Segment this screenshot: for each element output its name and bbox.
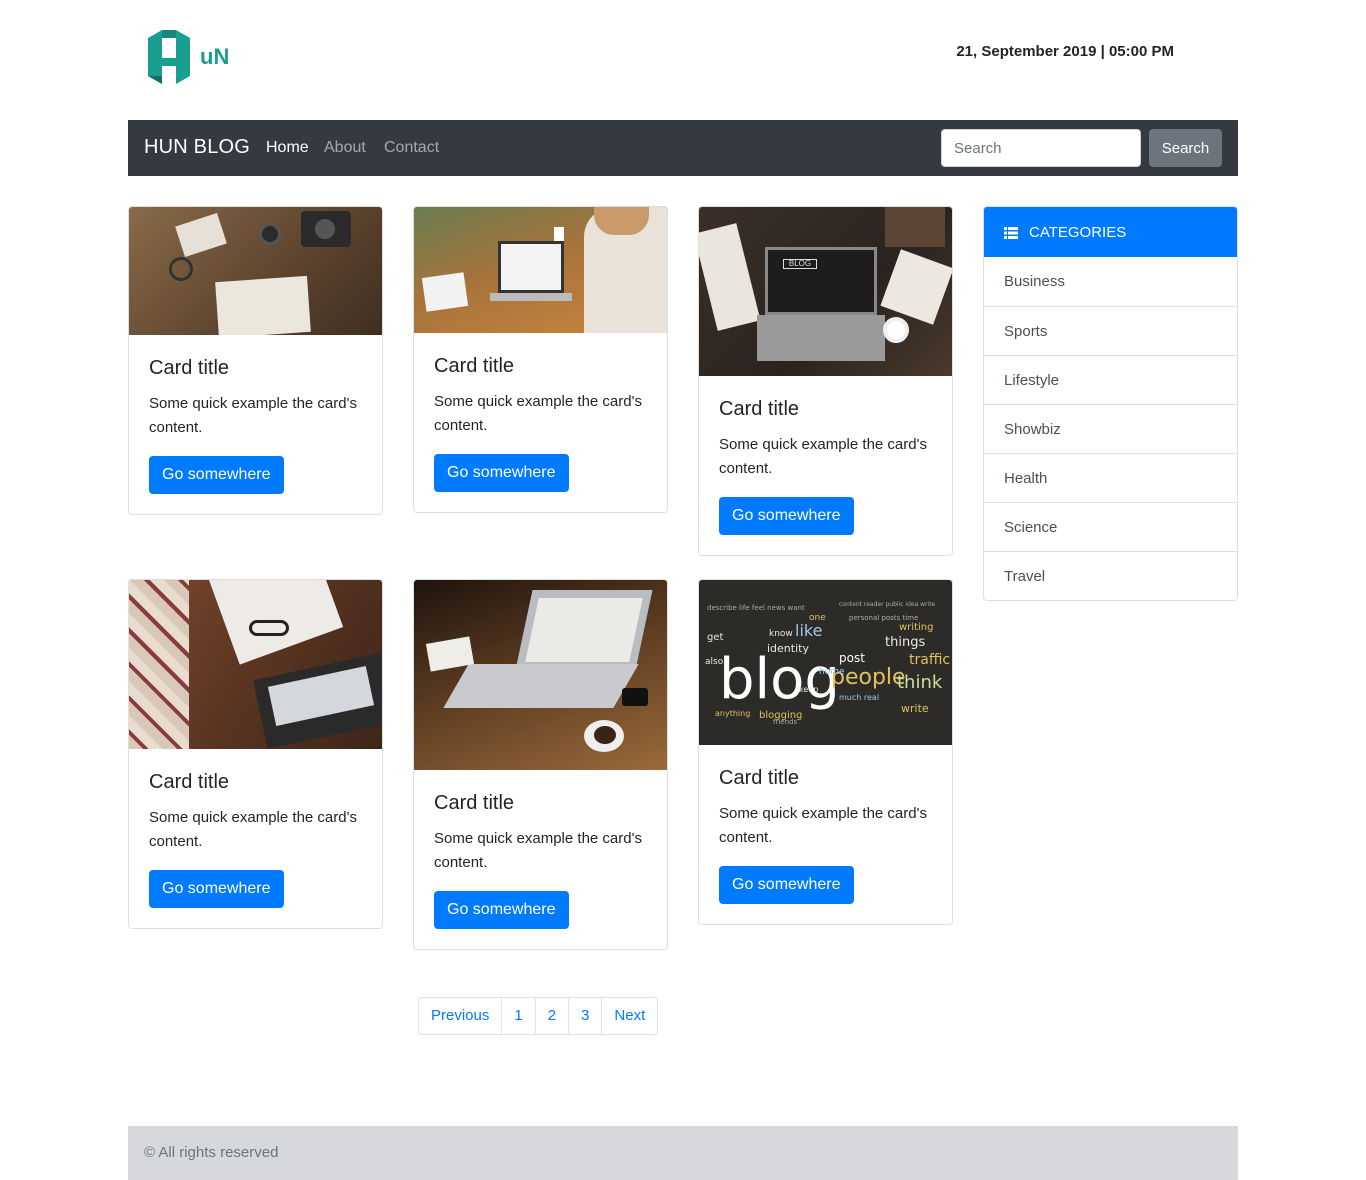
nav-contact[interactable]: Contact [384, 139, 439, 157]
go-somewhere-button[interactable]: Go somewhere [149, 456, 284, 494]
category-science[interactable]: Science [984, 502, 1237, 551]
footer: © All rights reserved [128, 1126, 1238, 1180]
svg-text:one: one [809, 613, 826, 623]
word-cloud-graphic: blog people think like things traffic po… [705, 601, 950, 726]
category-showbiz[interactable]: Showbiz [984, 404, 1237, 453]
svg-text:also: also [705, 657, 724, 667]
copyright-text: © All rights reserved [144, 1144, 279, 1161]
nav-home[interactable]: Home [266, 139, 309, 157]
laptop-coffee-photo [414, 580, 667, 770]
svg-text:much real: much real [839, 693, 879, 702]
nav-about[interactable]: About [324, 139, 366, 157]
svg-text:write: write [901, 702, 929, 715]
blog-word-cloud: blog people think like things traffic po… [699, 580, 952, 745]
blog-card: Card title Some quick example the card's… [128, 206, 383, 515]
card-text: Some quick example the card's content. [719, 805, 927, 846]
blog-card: blog people think like things traffic po… [698, 579, 953, 925]
navbar: HUN BLOG Home About Contact Search [128, 120, 1238, 176]
svg-text:post: post [839, 651, 865, 665]
svg-text:things: things [885, 635, 925, 650]
blog-card: Card title Some quick example the card's… [413, 579, 668, 950]
svg-text:home: home [819, 667, 845, 677]
blog-laptop-photo: BLOG [699, 207, 952, 376]
pagination: Previous 1 2 3 Next [418, 997, 659, 1035]
search-input[interactable] [941, 129, 1141, 167]
card-title: Card title [434, 792, 515, 814]
laptop-glasses-photo [129, 580, 382, 749]
logo[interactable]: uN [144, 24, 234, 90]
card-title: Card title [434, 355, 515, 377]
svg-text:personal posts time: personal posts time [849, 614, 918, 622]
card-text: Some quick example the card's content. [719, 436, 927, 477]
svg-text:traffic: traffic [909, 652, 950, 668]
datetime-display: 21, September 2019 | 05:00 PM [956, 43, 1174, 60]
svg-text:blog: blog [719, 647, 840, 712]
page-link-2[interactable]: 2 [534, 998, 568, 1034]
categories-title: CATEGORIES [1029, 223, 1127, 241]
brand-link[interactable]: HUN BLOG [144, 136, 250, 159]
svg-text:like: like [795, 621, 822, 640]
svg-text:writing: writing [899, 622, 933, 633]
blog-card: Card title Some quick example the card's… [128, 579, 383, 929]
svg-text:friends: friends [773, 718, 797, 726]
svg-text:identity: identity [767, 642, 809, 655]
card-text: Some quick example the card's content. [434, 393, 642, 434]
logo-text: uN [200, 44, 229, 69]
page-link-1[interactable]: 1 [501, 998, 534, 1034]
woman-laptop-photo [414, 207, 667, 333]
svg-text:know: know [769, 629, 793, 639]
card-title: Card title [719, 398, 800, 420]
category-sports[interactable]: Sports [984, 306, 1237, 355]
card-text: Some quick example the card's content. [149, 809, 357, 850]
categories-header: CATEGORIES [984, 207, 1237, 257]
logo-icon: uN [148, 30, 229, 84]
card-text: Some quick example the card's content. [149, 395, 357, 436]
category-lifestyle[interactable]: Lifestyle [984, 355, 1237, 404]
category-business[interactable]: Business [984, 257, 1237, 306]
svg-text:keep: keep [799, 685, 818, 694]
travel-desk-photo [129, 207, 382, 335]
card-title: Card title [719, 767, 800, 789]
page-link-3[interactable]: 3 [568, 998, 601, 1034]
blog-card: BLOG Card title Some quick example the c… [698, 206, 953, 556]
card-title: Card title [149, 357, 230, 379]
category-travel[interactable]: Travel [984, 551, 1237, 600]
svg-text:think: think [897, 672, 943, 693]
list-icon [1004, 226, 1018, 239]
go-somewhere-button[interactable]: Go somewhere [434, 454, 569, 492]
go-somewhere-button[interactable]: Go somewhere [719, 497, 854, 535]
go-somewhere-button[interactable]: Go somewhere [434, 891, 569, 929]
svg-text:describe life feel news wa: describe life feel news want [707, 604, 805, 612]
card-text: Some quick example the card's content. [434, 830, 642, 871]
header: uN 21, September 2019 | 05:00 PM [128, 0, 1238, 120]
svg-text:get: get [707, 632, 724, 643]
go-somewhere-button[interactable]: Go somewhere [149, 870, 284, 908]
card-title: Card title [149, 771, 230, 793]
next-page-link[interactable]: Next [601, 998, 657, 1034]
category-health[interactable]: Health [984, 453, 1237, 502]
blog-card: Card title Some quick example the card's… [413, 206, 668, 513]
go-somewhere-button[interactable]: Go somewhere [719, 866, 854, 904]
search-button[interactable]: Search [1149, 129, 1222, 167]
svg-text:content reader public idea: content reader public idea write [839, 601, 936, 608]
svg-text:anything: anything [715, 709, 750, 718]
previous-page-link[interactable]: Previous [419, 998, 501, 1034]
categories-panel: CATEGORIES Business Sports Lifestyle Sho… [983, 206, 1238, 601]
